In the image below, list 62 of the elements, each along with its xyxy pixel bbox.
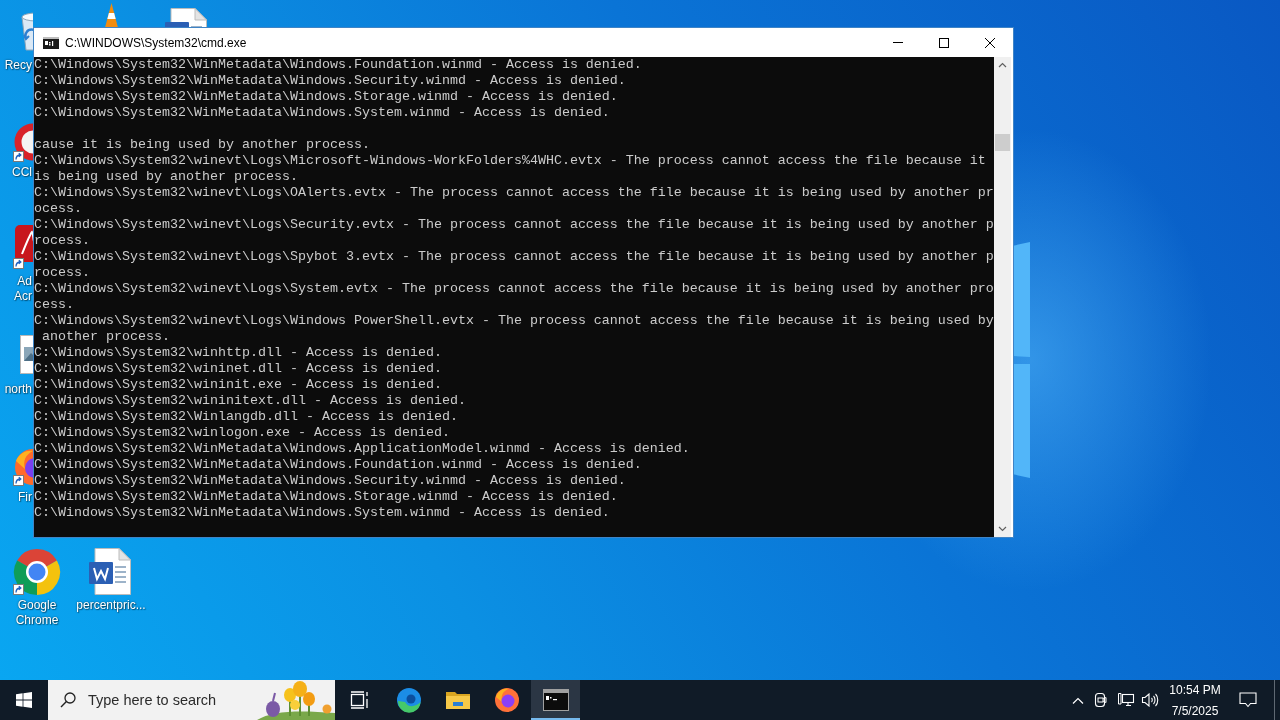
console-line: C:\Windows\System32\winhttp.dll - Access is denied. bbox=[34, 345, 442, 360]
console-line: is being used by another process. bbox=[34, 169, 298, 184]
terminal-icon bbox=[43, 36, 59, 49]
console-line: C:\Windows\System32\winevt\Logs\Windows PowerShell.evtx - The process cannot access the file because it is being used by bbox=[34, 313, 994, 328]
volume-icon[interactable] bbox=[1141, 693, 1159, 707]
console-line: C:\Windows\System32\wininitext.dll - Access is denied. bbox=[34, 393, 466, 408]
icon-label[interactable]: CCl bbox=[12, 165, 32, 180]
clock-time[interactable]: 10:54 PM bbox=[1169, 681, 1221, 698]
folder-icon bbox=[444, 689, 471, 711]
notifications-icon[interactable] bbox=[1239, 692, 1257, 708]
pdf-icon[interactable] bbox=[14, 224, 33, 264]
image-file-icon[interactable] bbox=[20, 335, 33, 375]
document-icon[interactable] bbox=[89, 548, 131, 595]
console-line: rocess. bbox=[34, 233, 90, 248]
video-camera-icon[interactable] bbox=[1094, 692, 1110, 708]
console-line: C:\Windows\System32\WinMetadata\Windows.Security.winmd - Access is denied. bbox=[34, 473, 626, 488]
close-icon bbox=[985, 37, 995, 48]
console-line: C:\Windows\System32\wininet.dll - Access is denied. bbox=[34, 361, 442, 376]
console-line: C:\Windows\System32\WinMetadata\Windows.Foundation.winmd - Access is denied. bbox=[34, 457, 642, 472]
icon-label[interactable]: north bbox=[4, 382, 32, 397]
console-line: C:\Windows\System32\wininit.exe - Access is denied. bbox=[34, 377, 442, 392]
console-line: C:\Windows\System32\WinMetadata\Windows.Foundation.winmd - Access is denied. bbox=[34, 57, 642, 72]
console-line: C:\Windows\System32\winlogon.exe - Access is denied. bbox=[34, 425, 450, 440]
maximize-icon bbox=[939, 37, 949, 48]
console-line: C:\Windows\System32\winevt\Logs\Microsoft-Windows-WorkFolders%4WHC.evtx - The process cannot access the file because it bbox=[34, 153, 986, 168]
console-line: C:\Windows\System32\WinMetadata\Windows.Security.winmd - Access is denied. bbox=[34, 73, 626, 88]
window-title: C:\WINDOWS\System32\cmd.exe bbox=[65, 35, 247, 50]
console-line: C:\Windows\System32\winevt\Logs\OAlerts.evtx - The process cannot access the file because it is being used by another pr bbox=[34, 185, 994, 200]
firefox-icon bbox=[493, 687, 520, 713]
console-line: rocess. bbox=[34, 265, 90, 280]
network-icon[interactable] bbox=[1117, 692, 1135, 708]
chevron-up-icon[interactable] bbox=[1072, 696, 1084, 704]
minimize-icon bbox=[893, 42, 903, 43]
windows-logo-icon bbox=[16, 692, 32, 708]
console-line: cause it is being used by another process. bbox=[34, 137, 370, 152]
console-line: C:\Windows\System32\winevt\Logs\Spybot 3.evtx - The process cannot access the file because it is being used by another p bbox=[34, 249, 994, 264]
console-line: C:\Windows\System32\winevt\Logs\System.evtx - The process cannot access the file because it is being used by another pro bbox=[34, 281, 994, 296]
clock-date[interactable]: 7/5/2025 bbox=[1171, 702, 1219, 719]
icon-label[interactable]: Google Chrome bbox=[14, 598, 60, 628]
document-icon[interactable] bbox=[165, 8, 207, 27]
search-icon bbox=[60, 692, 76, 708]
icon-label[interactable]: Recy bbox=[4, 58, 32, 73]
console-line: ocess. bbox=[34, 201, 82, 216]
console-line: C:\Windows\System32\WinMetadata\Windows.System.winmd - Access is denied. bbox=[34, 105, 610, 120]
scrollbar[interactable] bbox=[994, 57, 1011, 537]
console-line: C:\Windows\System32\WinMetadata\Windows.Storage.winmd - Access is denied. bbox=[34, 89, 618, 104]
console-line: C:\Windows\System32\WinMetadata\Windows.System.winmd - Access is denied. bbox=[34, 505, 610, 520]
icon-label[interactable]: Ad Acr bbox=[10, 274, 32, 304]
taskbar-button[interactable] bbox=[531, 680, 580, 720]
console-line: C:\Windows\System32\Winlangdb.dll - Access is denied. bbox=[34, 409, 458, 424]
console-line: C:\Windows\System32\winevt\Logs\Security.evtx - The process cannot access the file because it is being used by another p bbox=[34, 217, 994, 232]
console-line: cess. bbox=[34, 297, 74, 312]
icon-label[interactable]: Fir bbox=[18, 490, 32, 505]
scrollbar-thumb[interactable] bbox=[995, 134, 1010, 151]
task-view-icon bbox=[350, 691, 370, 709]
console-line: another process. bbox=[41, 329, 170, 344]
console-line: C:\Windows\System32\WinMetadata\Windows.Storage.winmd - Access is denied. bbox=[34, 489, 618, 504]
edge-icon bbox=[395, 687, 422, 713]
terminal-icon bbox=[542, 689, 569, 711]
icon-label[interactable]: percentpric... bbox=[76, 598, 146, 613]
console-line: C:\Windows\System32\WinMetadata\Windows.ApplicationModel.winmd - Access is denied. bbox=[34, 441, 690, 456]
chrome-icon[interactable] bbox=[13, 548, 61, 596]
